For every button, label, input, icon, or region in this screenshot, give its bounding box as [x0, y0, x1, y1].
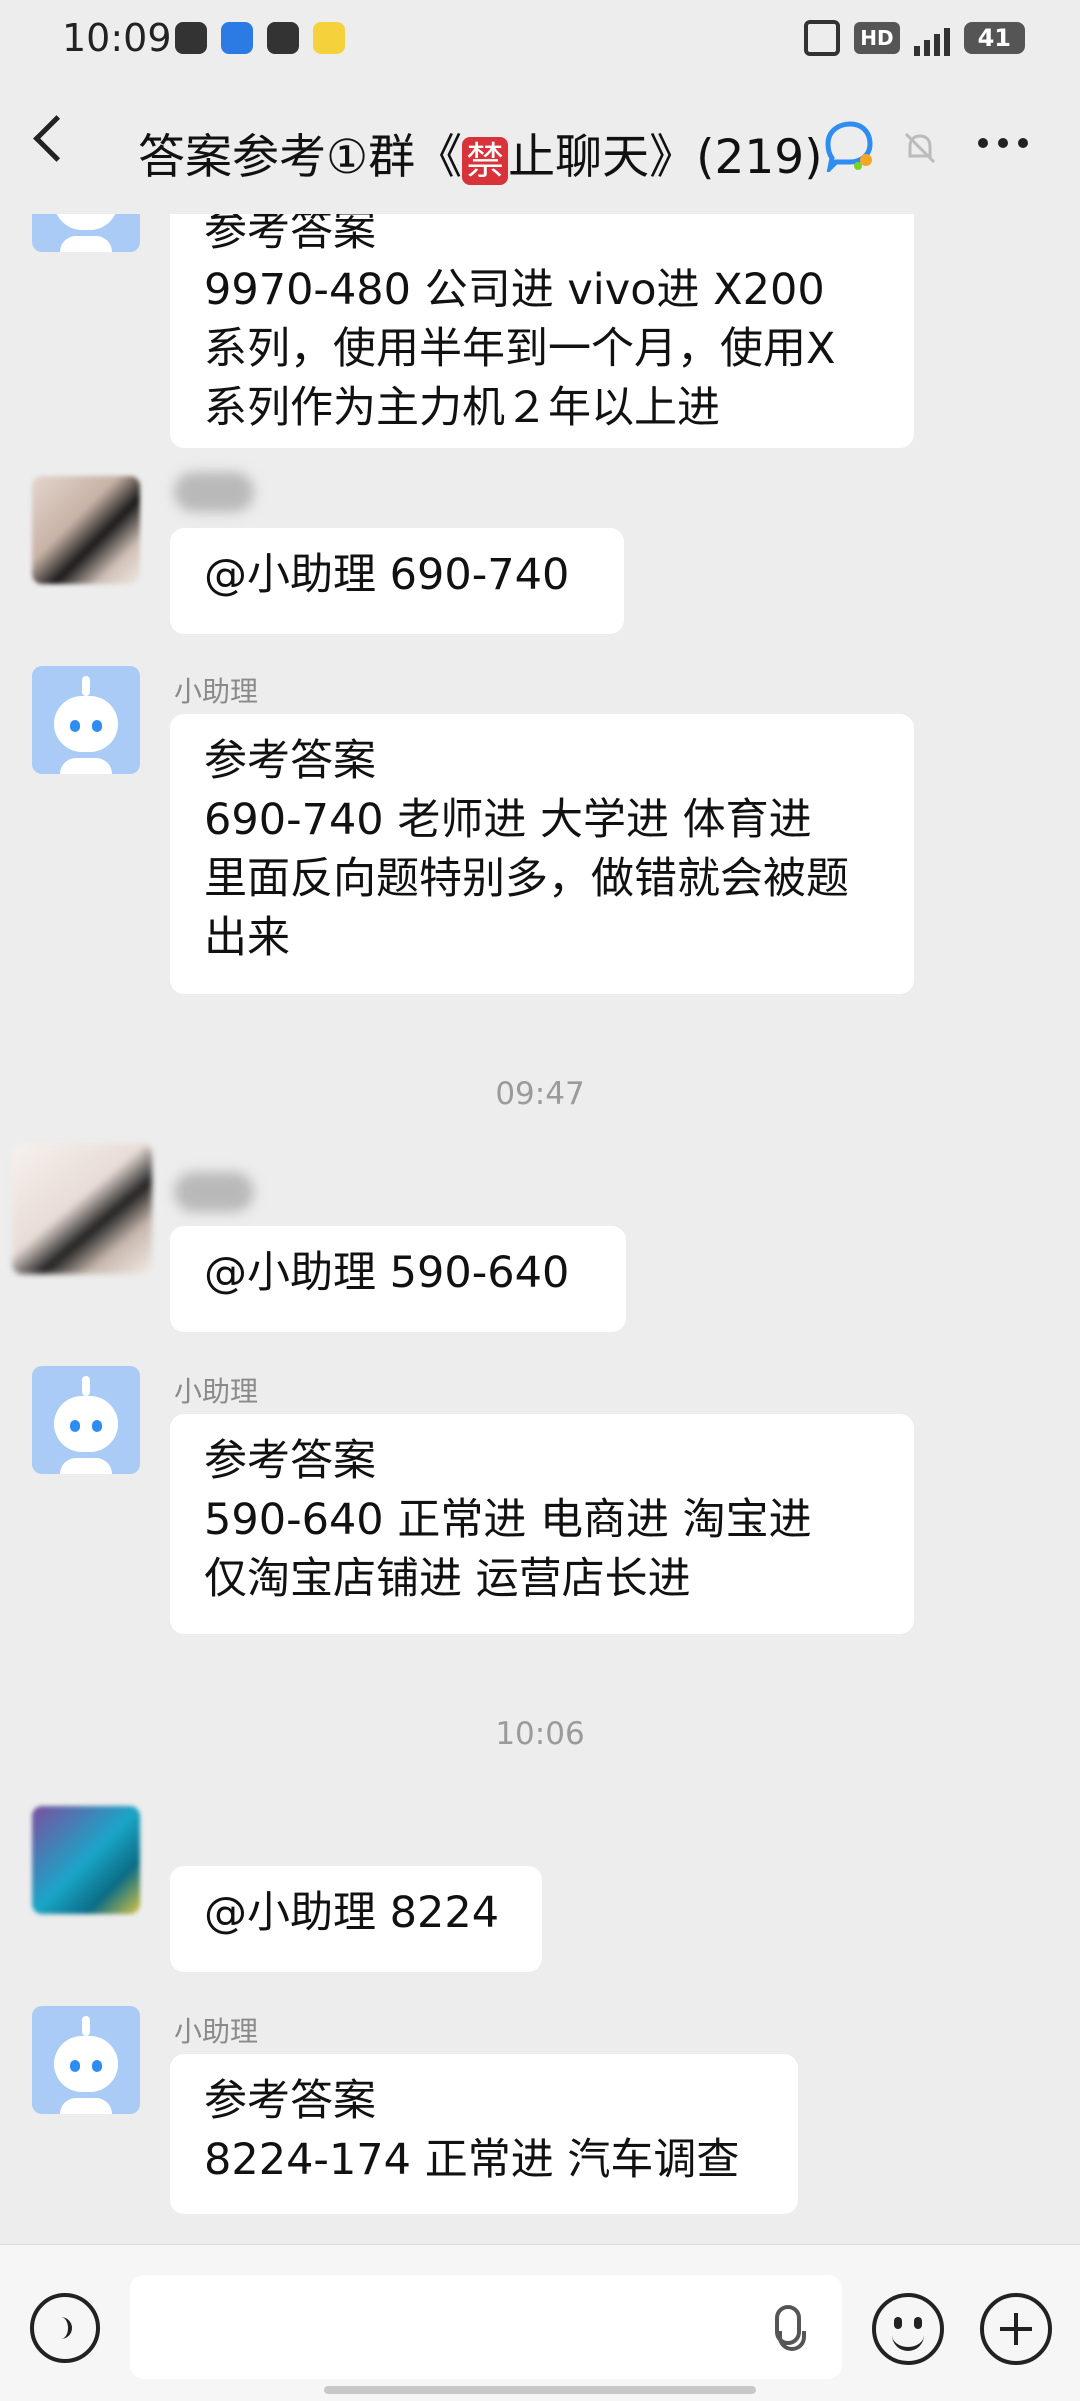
message-line: 690-740 老师进 大学进 体育进 [204, 795, 812, 845]
message-bubble[interactable]: 参考答案 590-640 正常进 电商进 淘宝进 仅淘宝店铺进 运营店长进 [170, 1414, 914, 1634]
message-line: 参考答案 [204, 214, 376, 256]
hd-icon: HD [854, 22, 900, 54]
app-badge-icon [313, 22, 345, 54]
home-indicator[interactable] [324, 2386, 756, 2394]
user-avatar[interactable] [32, 1806, 140, 1914]
vibrate-icon [804, 20, 841, 56]
sender-name-redacted [174, 1172, 254, 1212]
assistant-avatar[interactable] [32, 2006, 140, 2114]
add-attachment-icon[interactable] [980, 2293, 1052, 2365]
user-avatar[interactable] [32, 476, 140, 584]
chat-header: 答案参考①群《 禁止聊天》(219) [0, 80, 1080, 214]
sender-name: 小助理 [174, 1375, 259, 1408]
sender-name: 小助理 [174, 2015, 259, 2048]
status-time: 10:09 [62, 16, 172, 60]
message-line: 参考答案 [204, 736, 376, 786]
message-bubble[interactable]: @小助理 590-640 [170, 1226, 626, 1332]
title-prefix: 答案参考①群《 [138, 130, 463, 185]
message-bubble[interactable]: @小助理 8224 [170, 1866, 542, 1972]
message-line: @小助理 8224 [204, 1888, 500, 1938]
back-arrow-icon[interactable] [33, 115, 80, 162]
ban-emoji-icon: 禁 [462, 136, 509, 185]
message-timestamp: 09:47 [495, 1076, 585, 1112]
system-icons: HD 41 [804, 20, 1025, 56]
message-bubble[interactable]: 参考答案 9970-480 公司进 vivo进 X200 系列，使用半年到一个月… [170, 214, 914, 448]
message-line: 参考答案 [204, 1436, 376, 1486]
message-line: 出来 [204, 913, 290, 963]
bag-notification-icon [267, 22, 299, 54]
message-line: 系列作为主力机２年以上进 [204, 383, 720, 433]
ai-chat-icon[interactable] [822, 120, 876, 172]
message-line: 8224-174 正常进 汽车调查 [204, 2135, 740, 2185]
app-notification-icon [175, 22, 207, 54]
status-bar: 10:09 HD 41 [0, 0, 1080, 80]
signal-icon [913, 20, 950, 56]
message-bubble[interactable]: 参考答案 690-740 老师进 大学进 体育进 里面反向题特别多，做错就会被题… [170, 714, 914, 994]
message-input[interactable] [130, 2275, 842, 2379]
notification-icons [175, 22, 345, 54]
user-avatar[interactable] [12, 1144, 152, 1274]
title-suffix: 止聊天》(219) [508, 130, 823, 185]
message-line: 参考答案 [204, 2076, 376, 2126]
message-bubble[interactable]: 参考答案 8224-174 正常进 汽车调查 [170, 2054, 798, 2214]
assistant-avatar[interactable] [32, 214, 140, 252]
more-options-icon[interactable] [978, 138, 1028, 148]
message-line: 仅淘宝店铺进 运营店长进 [204, 1554, 691, 1604]
chat-messages: 参考答案 9970-480 公司进 vivo进 X200 系列，使用半年到一个月… [0, 214, 1080, 2244]
message-line: @小助理 690-740 [204, 550, 570, 600]
battery-icon: 41 [963, 22, 1025, 54]
message-line: 590-640 正常进 电商进 淘宝进 [204, 1495, 812, 1545]
emoji-icon[interactable] [872, 2293, 944, 2365]
message-line: @小助理 590-640 [204, 1248, 570, 1298]
assistant-avatar[interactable] [32, 666, 140, 774]
mute-bell-icon[interactable] [900, 128, 940, 168]
assistant-avatar[interactable] [32, 1366, 140, 1474]
message-notification-icon [221, 22, 253, 54]
sender-name: 小助理 [174, 675, 259, 708]
chat-title: 答案参考①群《 禁止聊天》(219) [138, 118, 823, 187]
message-timestamp: 10:06 [495, 1716, 585, 1752]
message-bubble[interactable]: @小助理 690-740 [170, 528, 624, 634]
message-line: 里面反向题特别多，做错就会被题 [204, 854, 849, 904]
message-line: 系列，使用半年到一个月，使用X [204, 324, 836, 374]
sender-name-redacted [174, 472, 254, 512]
input-bar [0, 2244, 1080, 2401]
voice-mode-icon[interactable] [30, 2293, 100, 2363]
message-line: 9970-480 公司进 vivo进 X200 [204, 265, 825, 315]
